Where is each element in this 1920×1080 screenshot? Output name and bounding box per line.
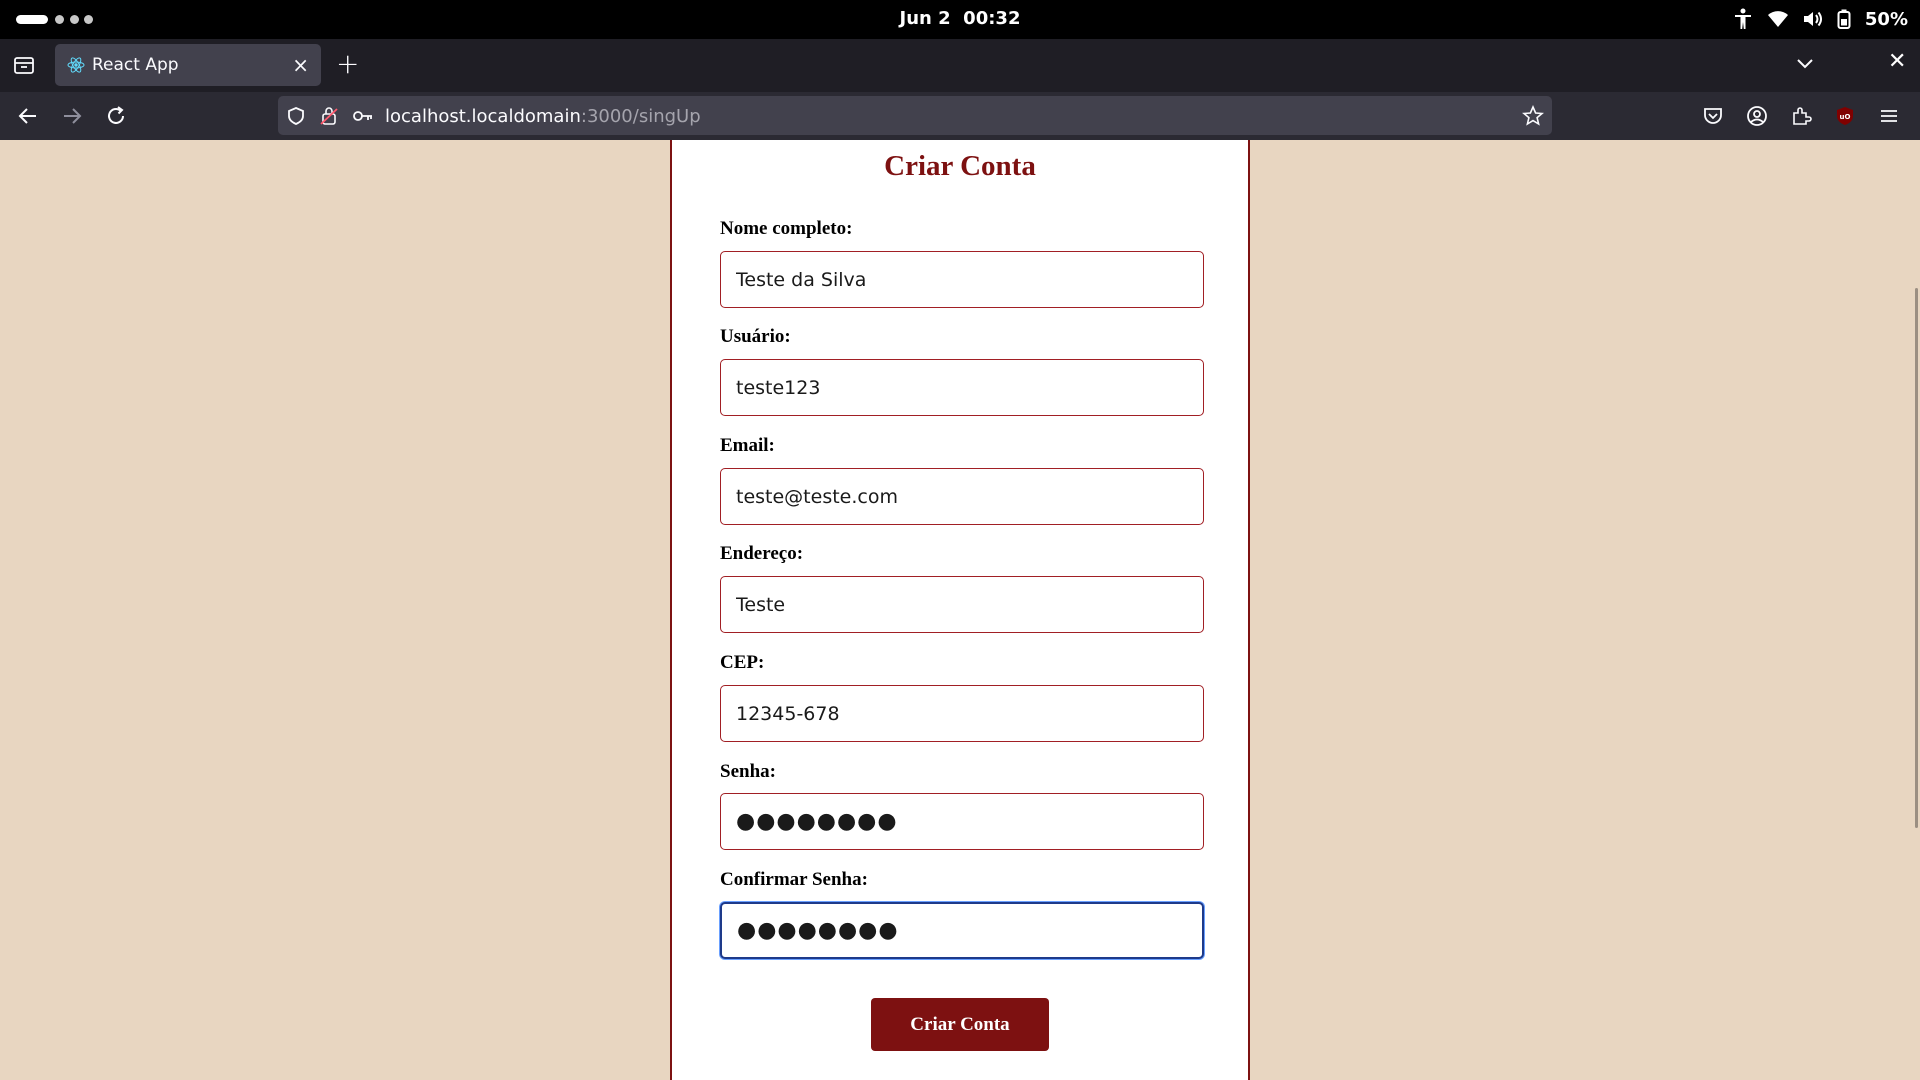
wifi-icon	[1767, 10, 1789, 28]
page-content: Criar Conta Nome completo: Usuário: Emai…	[0, 140, 1920, 1080]
system-clock[interactable]: Jun 2 00:32	[0, 8, 1920, 29]
react-logo-icon	[67, 56, 85, 78]
address-input[interactable]	[720, 576, 1204, 633]
tab-react-app[interactable]: React App ×	[55, 44, 321, 86]
password-input[interactable]	[720, 793, 1204, 850]
key-icon[interactable]	[352, 106, 374, 130]
insecure-lock-icon[interactable]	[319, 106, 339, 130]
svg-text:uO: uO	[1840, 113, 1851, 121]
confirm-password-input[interactable]	[720, 902, 1204, 959]
email-input[interactable]	[720, 468, 1204, 525]
cep-label: CEP:	[720, 652, 765, 673]
shield-icon[interactable]	[286, 106, 306, 130]
window-close-button[interactable]: ✕	[1888, 49, 1906, 74]
username-label: Usuário:	[720, 326, 791, 347]
url-text[interactable]: localhost.localdomain:3000/singUp	[385, 106, 701, 127]
accessibility-icon	[1733, 8, 1753, 30]
tab-strip: React App × + ✕	[0, 39, 1920, 92]
tab-list-icon[interactable]	[12, 53, 36, 77]
reload-icon[interactable]	[104, 104, 128, 128]
pocket-icon[interactable]	[1702, 105, 1724, 131]
url-host: localhost.localdomain	[385, 106, 581, 127]
address-bar[interactable]: localhost.localdomain:3000/singUp	[278, 96, 1552, 135]
account-icon[interactable]	[1746, 105, 1768, 131]
scrollbar-thumb[interactable]	[1915, 288, 1918, 828]
battery-percentage: 50%	[1864, 8, 1908, 30]
full-name-label: Nome completo:	[720, 218, 853, 239]
tab-close-icon[interactable]: ×	[292, 53, 309, 77]
back-arrow-icon[interactable]	[16, 104, 40, 128]
username-input[interactable]	[720, 359, 1204, 416]
signup-form-card: Criar Conta Nome completo: Usuário: Emai…	[670, 140, 1250, 1080]
battery-icon	[1837, 9, 1851, 29]
create-account-button[interactable]: Criar Conta	[871, 998, 1049, 1051]
bookmark-star-icon[interactable]	[1522, 104, 1544, 131]
address-label: Endereço:	[720, 543, 804, 564]
cep-input[interactable]	[720, 685, 1204, 742]
password-label: Senha:	[720, 761, 776, 782]
form-title: Criar Conta	[884, 150, 1036, 182]
full-name-input[interactable]	[720, 251, 1204, 308]
confirm-password-label: Confirmar Senha:	[720, 869, 868, 890]
forward-arrow-icon[interactable]	[60, 104, 84, 128]
navigation-toolbar: localhost.localdomain:3000/singUp uO	[0, 92, 1920, 140]
email-label: Email:	[720, 435, 775, 456]
tab-title: React App	[92, 55, 179, 75]
system-status-area[interactable]: 50%	[1733, 8, 1908, 30]
system-top-bar: Jun 2 00:32 50%	[0, 0, 1920, 39]
chevron-down-icon[interactable]	[1796, 55, 1814, 74]
ublock-origin-icon[interactable]: uO	[1834, 105, 1856, 131]
extensions-icon[interactable]	[1790, 105, 1812, 131]
page-scrollbar[interactable]	[1914, 140, 1920, 1080]
new-tab-button[interactable]: +	[336, 47, 359, 80]
volume-icon	[1803, 10, 1823, 28]
menu-icon[interactable]	[1878, 105, 1900, 131]
url-path: :3000/singUp	[580, 106, 701, 127]
